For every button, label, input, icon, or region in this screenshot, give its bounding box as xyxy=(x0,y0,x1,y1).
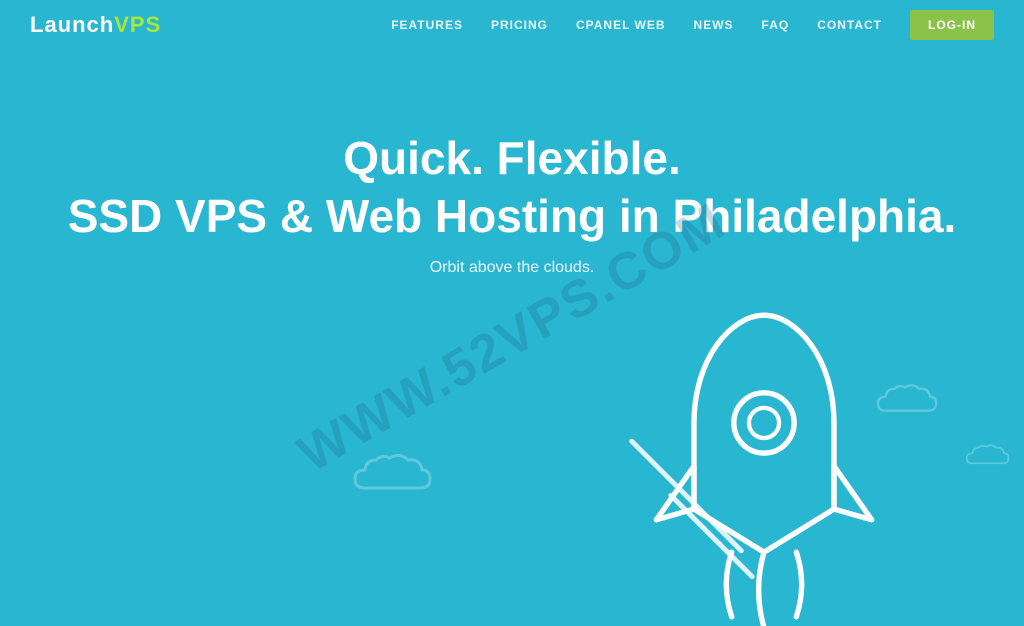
cloud-far-right-icon xyxy=(964,440,1014,476)
hero-title: Quick. Flexible. SSD VPS & Web Hosting i… xyxy=(68,130,957,245)
logo-text: LaunchVPS xyxy=(30,12,161,38)
cloud-left-icon xyxy=(350,446,440,506)
logo[interactable]: LaunchVPS xyxy=(30,12,161,38)
main-nav: FEATURES PRICING CPANEL WEB NEWS FAQ CON… xyxy=(391,10,994,40)
nav-pricing[interactable]: PRICING xyxy=(491,18,548,32)
hero-subtitle: Orbit above the clouds. xyxy=(430,259,595,277)
nav-cpanel-web[interactable]: CPANEL WEB xyxy=(576,18,666,32)
hero-title-line2: SSD VPS & Web Hosting in Philadelphia. xyxy=(68,190,957,242)
logo-highlight: VPS xyxy=(114,12,161,37)
hero-section: WWW.52VPS.COM Quick. Flexible. SSD VPS &… xyxy=(0,50,1024,626)
nav-contact[interactable]: CONTACT xyxy=(817,18,882,32)
login-button[interactable]: LOG-IN xyxy=(910,10,994,40)
header: LaunchVPS FEATURES PRICING CPANEL WEB NE… xyxy=(0,0,1024,50)
rocket-illustration xyxy=(624,286,904,626)
hero-title-line1: Quick. Flexible. xyxy=(343,132,680,184)
nav-features[interactable]: FEATURES xyxy=(391,18,463,32)
nav-news[interactable]: NEWS xyxy=(694,18,734,32)
nav-faq[interactable]: FAQ xyxy=(762,18,790,32)
